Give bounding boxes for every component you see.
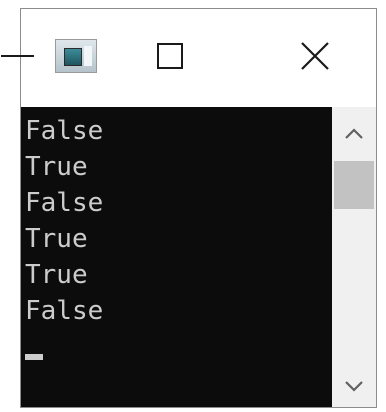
vertical-scrollbar[interactable] <box>332 107 376 407</box>
title-bar[interactable] <box>1 9 376 107</box>
minimize-icon[interactable] <box>1 55 34 57</box>
close-button[interactable] <box>276 31 356 83</box>
text-cursor <box>25 354 43 360</box>
console-output[interactable]: False True False True True False <box>21 107 332 407</box>
console-window: False True False True True False <box>1 8 377 408</box>
chevron-up-icon <box>345 128 363 139</box>
console-line: True <box>25 224 88 254</box>
maximize-icon <box>157 43 183 69</box>
scroll-up-button[interactable] <box>332 107 376 159</box>
scroll-down-button[interactable] <box>332 363 376 407</box>
console-line: True <box>25 260 88 290</box>
maximize-button[interactable] <box>139 31 203 83</box>
console-line: False <box>25 296 104 326</box>
chevron-down-icon <box>345 381 363 392</box>
console-app-icon[interactable] <box>55 39 97 73</box>
console-line: False <box>25 116 104 146</box>
console-line: True <box>25 152 88 182</box>
scroll-thumb[interactable] <box>334 161 374 209</box>
console-line: False <box>25 188 104 218</box>
close-icon <box>301 42 329 70</box>
